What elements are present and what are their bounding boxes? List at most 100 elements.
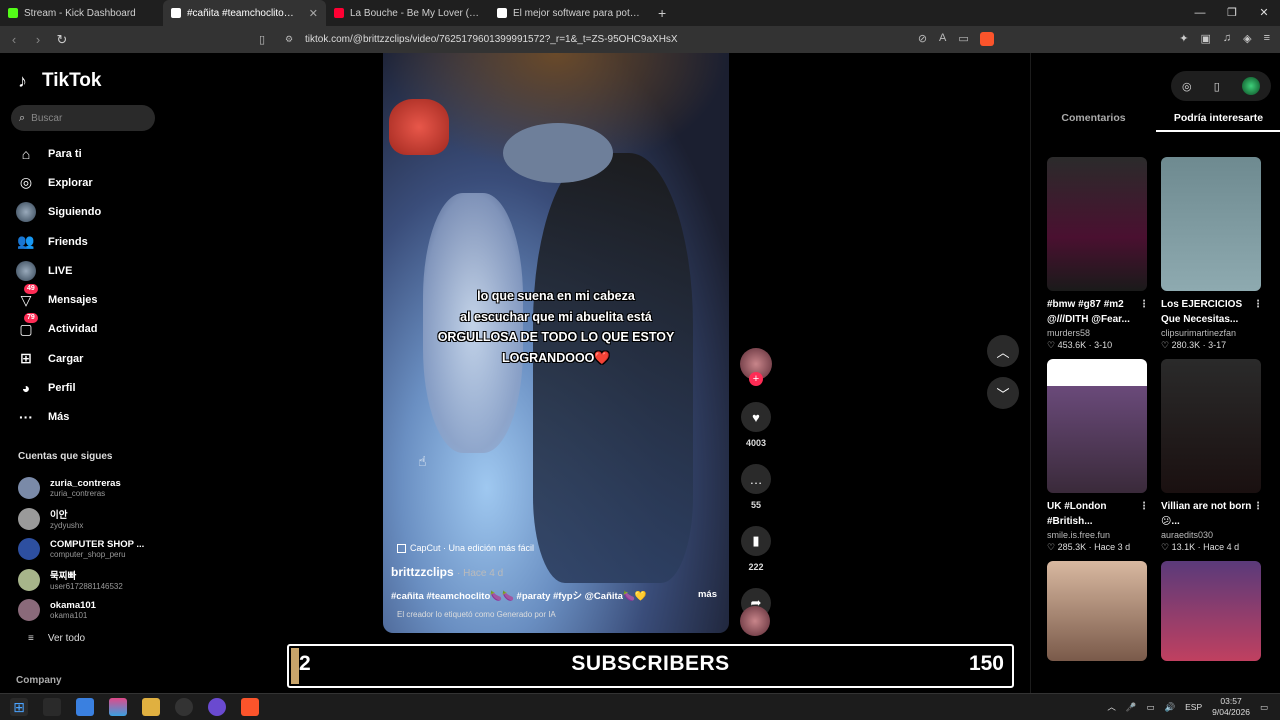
card-author[interactable]: murders58 [1047, 328, 1149, 338]
nav-item-mensajes[interactable]: ▽ 49 Mensajes [16, 284, 101, 314]
next-video-button[interactable]: ﹀ [987, 377, 1019, 409]
discord-icon[interactable] [208, 698, 226, 716]
bookmark-icon[interactable]: ▮ [741, 526, 771, 556]
video-thumbnail[interactable] [1047, 561, 1147, 661]
video-thumbnail[interactable] [1047, 359, 1147, 493]
creator-avatar[interactable]: + [740, 348, 772, 386]
recommended-video-card[interactable] [1047, 561, 1149, 661]
nav-item-siguiendo[interactable]: Siguiendo [16, 198, 101, 227]
brave-shield-icon[interactable] [980, 32, 994, 46]
nav-item-ms[interactable]: ··· Más [16, 403, 101, 432]
extensions-icon[interactable]: ✦ [1179, 32, 1188, 45]
brave-taskbar-icon[interactable] [241, 698, 259, 716]
search-input[interactable]: ⌕ Buscar [11, 105, 155, 131]
music-icon[interactable]: ♫ [1223, 32, 1231, 45]
following-account[interactable]: zuria_contreras zuria_contreras [18, 473, 144, 504]
like-action[interactable]: ♥ 4003 [739, 402, 773, 448]
nav-item-explorar[interactable]: ◎ Explorar [16, 168, 101, 197]
windows-start-icon[interactable]: ⊞ [10, 698, 28, 716]
clock[interactable]: 03:57 9/04/2026 [1212, 696, 1250, 718]
media-icon[interactable]: ▭ [958, 32, 968, 45]
back-icon[interactable]: ‹ [4, 32, 24, 47]
following-account[interactable]: okama101 okama101 [18, 595, 144, 626]
video-thumbnail[interactable] [1161, 359, 1261, 493]
following-account[interactable]: 이안 zydyushx [18, 504, 144, 535]
browser-tab[interactable]: Stream - Kick Dashboard [0, 0, 163, 26]
tab-close-icon[interactable]: ✕ [309, 7, 318, 20]
following-account[interactable]: COMPUTER SHOP ... computer_shop_peru [18, 534, 144, 565]
following-account[interactable]: 묵찌빠 user6172881146532 [18, 565, 144, 596]
see-all-button[interactable]: ≡ Ver todo [28, 633, 85, 644]
taskbar-app-icon[interactable] [43, 698, 61, 716]
user-avatar[interactable] [1241, 77, 1260, 95]
notification-icon[interactable]: ▭ [1260, 702, 1268, 713]
heart-icon[interactable]: ♥ [741, 402, 771, 432]
browser-tab[interactable]: #cañita #teamchoclito🍆🍆 ✕ [163, 0, 326, 26]
file-explorer-icon[interactable] [142, 698, 160, 716]
menu-icon[interactable]: ≡ [1264, 32, 1270, 45]
previous-video-button[interactable]: ︿ [987, 335, 1019, 367]
card-author[interactable]: auraedits030 [1161, 530, 1263, 540]
tab-podria-interesarte[interactable]: Podría interesarte [1156, 109, 1280, 132]
network-icon[interactable]: ▭ [1147, 702, 1155, 713]
browser-tab[interactable]: El mejor software para potenciar tu s [489, 0, 652, 26]
tiktok-logo[interactable]: ♪ TikTok [18, 70, 101, 92]
tray-chevron-icon[interactable]: ︿ [1107, 701, 1116, 713]
more-options-icon[interactable]: ⋮ [1253, 297, 1263, 312]
video-author[interactable]: brittzzclips · Hace 4 d [391, 565, 503, 579]
volume-icon[interactable]: 🔊 [1165, 702, 1176, 713]
minimize-icon[interactable]: — [1184, 0, 1216, 26]
bookmark-icon[interactable]: ▯ [259, 33, 265, 46]
video-hashtags[interactable]: #cañita #teamchoclito🍆🍆 #paraty #fypシ @C… [391, 588, 691, 602]
company-link[interactable]: Company [16, 675, 62, 686]
more-options-icon[interactable]: ⋮ [1253, 499, 1263, 514]
nav-item-live[interactable]: LIVE [16, 256, 101, 285]
translate-icon[interactable]: A [939, 32, 946, 45]
tab-comentarios[interactable]: Comentarios [1031, 109, 1156, 132]
vpn-icon[interactable]: ◈ [1243, 32, 1251, 45]
language-indicator[interactable]: ESP [1185, 702, 1202, 712]
nav-item-friends[interactable]: 👥 Friends [16, 227, 101, 256]
video-thumbnail[interactable] [1047, 157, 1147, 291]
forward-icon[interactable]: › [28, 32, 48, 47]
card-author[interactable]: smile.is.free.fun [1047, 530, 1149, 540]
url-text[interactable]: tiktok.com/@brittzzclips/video/762517960… [305, 34, 678, 45]
video-thumbnail[interactable] [1161, 157, 1261, 291]
nav-item-cargar[interactable]: ⊞ Cargar [16, 344, 101, 373]
nav-item-perfil[interactable]: ◕ Perfil [16, 373, 101, 402]
more-link[interactable]: más [698, 589, 717, 600]
card-title[interactable]: UK #London #British... ⋮ [1047, 499, 1149, 529]
obs-icon[interactable] [175, 698, 193, 716]
save-action[interactable]: ▮ 222 [739, 526, 773, 572]
card-author[interactable]: clipsurimartinezfan [1161, 328, 1263, 338]
coins-icon[interactable]: ◎ [1182, 80, 1192, 93]
comment-action[interactable]: … 55 [739, 464, 773, 510]
address-bar[interactable]: ▯ ⚙ tiktok.com/@brittzzclips/video/76251… [255, 29, 1005, 50]
card-title[interactable]: Los EJERCICIOS Que Necesitas... ⋮ [1161, 297, 1263, 327]
recommended-video-card[interactable]: Los EJERCICIOS Que Necesitas... ⋮ clipsur… [1161, 157, 1263, 351]
video-player[interactable]: lo que suena en mi cabeza al escuchar que… [383, 53, 729, 633]
reload-icon[interactable]: ↻ [52, 32, 72, 48]
follow-plus-icon[interactable]: + [749, 372, 763, 386]
recommended-video-card[interactable]: UK #London #British... ⋮ smile.is.free.fu… [1047, 359, 1149, 553]
card-title[interactable]: #bmw #g87 #m2 @///DITH @Fear... ⋮ [1047, 297, 1149, 327]
author-name[interactable]: brittzzclips [391, 565, 454, 579]
comment-icon[interactable]: … [741, 464, 771, 494]
device-icon[interactable]: ▯ [1214, 80, 1220, 93]
more-options-icon[interactable]: ⋮ [1139, 499, 1149, 514]
sidebar-toggle-icon[interactable]: ▣ [1200, 32, 1210, 45]
site-info-icon[interactable]: ⚙ [285, 34, 293, 45]
browser-tab[interactable]: La Bouche - Be My Lover (Official Vid [326, 0, 489, 26]
sound-avatar[interactable] [740, 606, 770, 636]
capcut-label[interactable]: CapCut · Una edición más fácil [397, 543, 534, 553]
recommended-video-card[interactable] [1161, 561, 1263, 661]
new-tab-button[interactable]: + [658, 5, 666, 21]
restore-icon[interactable]: ❐ [1216, 0, 1248, 26]
microphone-icon[interactable]: 🎤 [1126, 702, 1137, 713]
recommended-video-card[interactable]: Villian are not born 😕... ⋮ auraedits030 … [1161, 359, 1263, 553]
more-options-icon[interactable]: ⋮ [1139, 297, 1149, 312]
copilot-icon[interactable] [109, 698, 127, 716]
card-title[interactable]: Villian are not born 😕... ⋮ [1161, 499, 1263, 529]
recommended-video-card[interactable]: #bmw #g87 #m2 @///DITH @Fear... ⋮ murders… [1047, 157, 1149, 351]
close-window-icon[interactable]: ✕ [1248, 0, 1280, 26]
